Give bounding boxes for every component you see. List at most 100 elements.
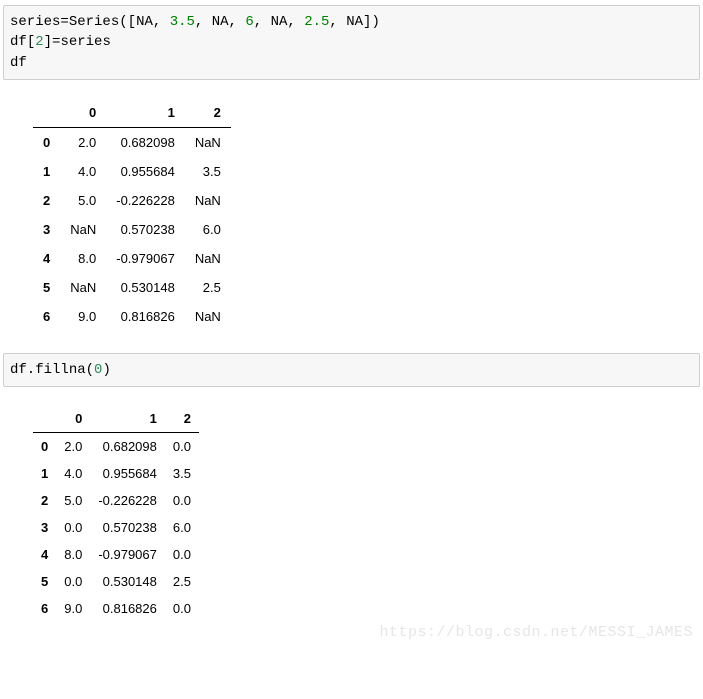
cell: 3.5 — [185, 157, 231, 186]
table-row: 02.00.6820980.0 — [33, 433, 199, 461]
code-token: [ — [27, 34, 35, 50]
row-index: 3 — [33, 514, 56, 541]
cell: 5.0 — [56, 487, 90, 514]
cell: NaN — [185, 244, 231, 273]
cell: 0.955684 — [90, 460, 165, 487]
index-header-blank — [33, 405, 56, 433]
cell: 2.5 — [165, 568, 199, 595]
code-token: NA — [136, 14, 153, 30]
cell: 4.0 — [60, 157, 106, 186]
col-header: 0 — [60, 98, 106, 128]
table-row: 25.0-0.2262280.0 — [33, 487, 199, 514]
code-token: , — [287, 14, 304, 30]
cell: 0.0 — [56, 568, 90, 595]
col-header: 1 — [106, 98, 185, 128]
code-token: 6 — [245, 14, 253, 30]
table-row: 50.00.5301482.5 — [33, 568, 199, 595]
code-token: 3.5 — [170, 14, 195, 30]
code-token: , — [229, 14, 246, 30]
row-index: 1 — [33, 460, 56, 487]
row-index: 6 — [33, 595, 56, 622]
cell: 8.0 — [56, 541, 90, 568]
code-token: NA — [346, 14, 363, 30]
code-token: 2.5 — [304, 14, 329, 30]
dataframe-table-1: 0 1 2 02.00.682098NaN14.00.9556843.525.0… — [33, 98, 231, 331]
code-token: df — [10, 34, 27, 50]
cell: 0.570238 — [90, 514, 165, 541]
cell: -0.226228 — [106, 186, 185, 215]
cell: 3.5 — [165, 460, 199, 487]
code-token: Series — [69, 14, 119, 30]
cell: 6.0 — [185, 215, 231, 244]
code-token: ) — [102, 362, 110, 378]
col-header: 2 — [165, 405, 199, 433]
table-row: 69.00.816826NaN — [33, 302, 231, 331]
cell: 9.0 — [60, 302, 106, 331]
cell: -0.979067 — [90, 541, 165, 568]
row-index: 0 — [33, 433, 56, 461]
cell: 0.0 — [165, 541, 199, 568]
table-row: 30.00.5702386.0 — [33, 514, 199, 541]
row-index: 4 — [33, 244, 60, 273]
row-index: 2 — [33, 186, 60, 215]
cell: NaN — [185, 186, 231, 215]
code-token: ( — [86, 362, 94, 378]
table-row: 14.00.9556843.5 — [33, 157, 231, 186]
cell: 0.0 — [165, 487, 199, 514]
cell: NaN — [60, 215, 106, 244]
table-row: 25.0-0.226228NaN — [33, 186, 231, 215]
table-row: 69.00.8168260.0 — [33, 595, 199, 622]
dataframe-table-2: 0 1 2 02.00.6820980.014.00.9556843.525.0… — [33, 405, 199, 622]
code-token: 2 — [35, 34, 43, 50]
row-index: 3 — [33, 215, 60, 244]
cell: 0.530148 — [90, 568, 165, 595]
code-token: fillna — [35, 362, 85, 378]
code-cell-2: df.fillna(0) — [3, 353, 700, 387]
cell: NaN — [185, 127, 231, 157]
cell: 0.682098 — [106, 127, 185, 157]
code-token: ) — [371, 14, 379, 30]
row-index: 1 — [33, 157, 60, 186]
code-token: [ — [128, 14, 136, 30]
row-index: 2 — [33, 487, 56, 514]
cell: 5.0 — [60, 186, 106, 215]
code-token: NA — [271, 14, 288, 30]
table2-body: 02.00.6820980.014.00.9556843.525.0-0.226… — [33, 433, 199, 623]
code-token: , — [254, 14, 271, 30]
table-row: 5NaN0.5301482.5 — [33, 273, 231, 302]
col-header: 1 — [90, 405, 165, 433]
row-index: 5 — [33, 273, 60, 302]
row-index: 6 — [33, 302, 60, 331]
col-header: 0 — [56, 405, 90, 433]
cell: NaN — [60, 273, 106, 302]
cell: NaN — [185, 302, 231, 331]
row-index: 5 — [33, 568, 56, 595]
cell: 0.0 — [165, 595, 199, 622]
table-row: 14.00.9556843.5 — [33, 460, 199, 487]
cell: 0.816826 — [106, 302, 185, 331]
cell: 2.5 — [185, 273, 231, 302]
cell: 2.0 — [56, 433, 90, 461]
cell: 6.0 — [165, 514, 199, 541]
table-row: 48.0-0.979067NaN — [33, 244, 231, 273]
code-token: = — [60, 14, 68, 30]
cell: 0.530148 — [106, 273, 185, 302]
cell: 2.0 — [60, 127, 106, 157]
cell: 0.0 — [56, 514, 90, 541]
cell: 0.0 — [165, 433, 199, 461]
code-token: series — [60, 34, 110, 50]
code-token: , — [153, 14, 170, 30]
cell: 0.682098 — [90, 433, 165, 461]
cell: 9.0 — [56, 595, 90, 622]
cell: -0.226228 — [90, 487, 165, 514]
code-token: ] — [44, 34, 52, 50]
table-row: 02.00.682098NaN — [33, 127, 231, 157]
cell: 0.955684 — [106, 157, 185, 186]
watermark-text: https://blog.csdn.net/MESSI_JAMES — [379, 624, 693, 641]
cell: 0.570238 — [106, 215, 185, 244]
code-token: df — [10, 55, 27, 71]
table-row: 3NaN0.5702386.0 — [33, 215, 231, 244]
code-token: , — [195, 14, 212, 30]
code-token: df. — [10, 362, 35, 378]
code-token: NA — [212, 14, 229, 30]
